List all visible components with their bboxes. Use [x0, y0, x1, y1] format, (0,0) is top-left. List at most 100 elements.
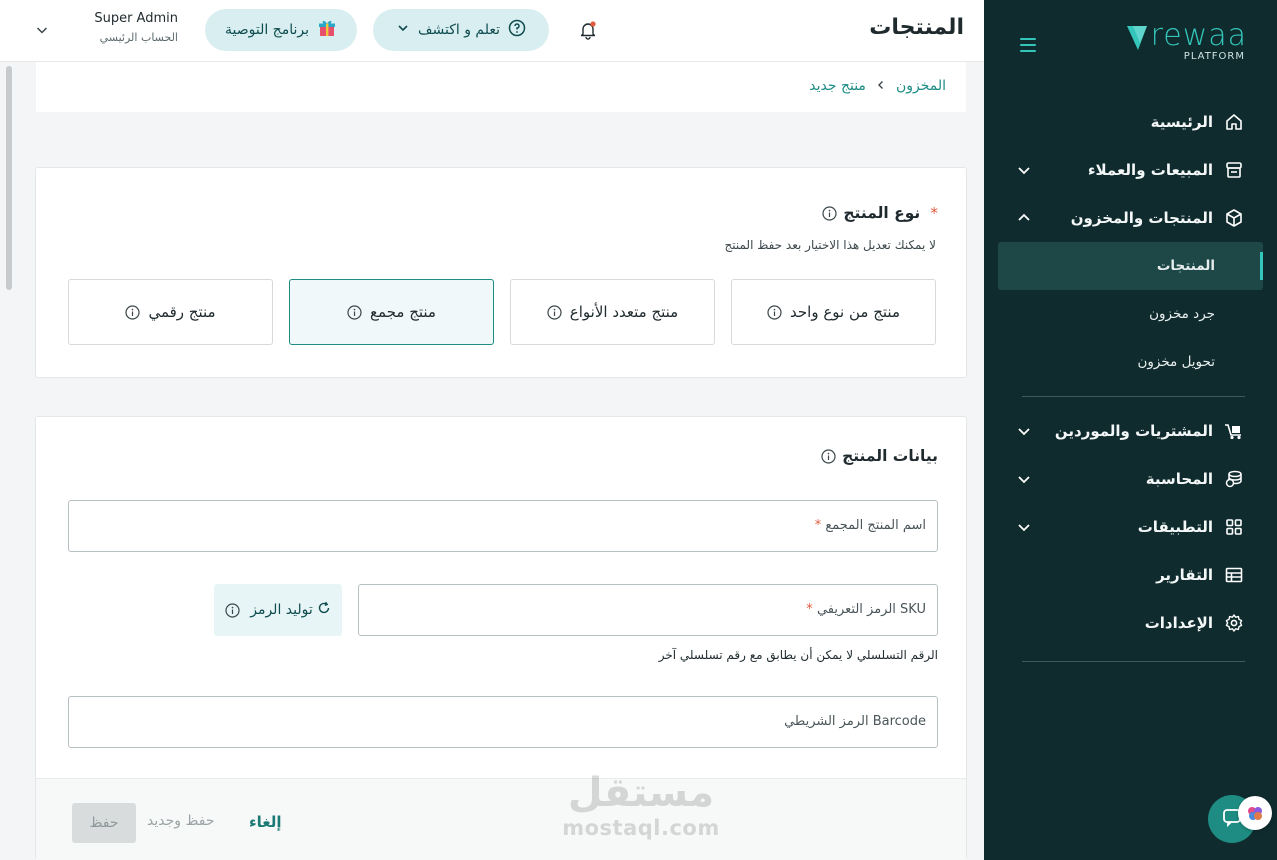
page-title: المنتجات: [869, 15, 964, 40]
chevron-down-icon: [1016, 471, 1032, 487]
sidebar-item-label: المنتجات والمخزون: [1070, 209, 1213, 227]
help-circle-icon: [508, 19, 526, 41]
info-icon[interactable]: [125, 304, 141, 320]
learn-discover-button[interactable]: تعلم و اكتشف: [373, 9, 549, 51]
sidebar-divider: [1022, 396, 1245, 397]
barcode-field[interactable]: الرمز الشريطي Barcode: [68, 696, 938, 748]
sidebar-item-products[interactable]: المنتجات والمخزون: [984, 194, 1277, 242]
watermark-arabic: مستقل: [567, 770, 715, 816]
breadcrumb-bar: المخزون منتج جديد: [36, 62, 966, 112]
sidebar-item-label: الإعدادات: [1144, 614, 1213, 632]
sku-placeholder: * الرمز التعريفي SKU: [804, 602, 926, 617]
logo-mark-icon: [1126, 26, 1147, 50]
sidebar-item-label: التطبيقات: [1137, 518, 1213, 536]
option-composite-product[interactable]: منتج مجمع: [289, 279, 494, 345]
product-name-placeholder: * اسم المنتج المجمع: [813, 518, 926, 533]
chevron-down-icon: [1016, 162, 1032, 178]
info-icon[interactable]: [821, 448, 836, 464]
referral-program-button[interactable]: برنامج التوصية: [205, 9, 357, 51]
menu-toggle-icon[interactable]: [1020, 38, 1036, 52]
logo-text: rewaa: [1150, 18, 1247, 53]
product-data-title-text: بيانات المنتج: [842, 447, 938, 465]
sidebar-item-settings[interactable]: الإعدادات: [984, 599, 1277, 647]
sidebar-divider: [1022, 661, 1245, 662]
generate-sku-button[interactable]: توليد الرمز: [214, 584, 342, 636]
info-icon[interactable]: [822, 205, 837, 221]
product-name-placeholder-text: اسم المنتج المجمع: [825, 518, 926, 533]
chevron-up-icon: [1016, 210, 1032, 226]
sidebar-item-home[interactable]: الرئيسية: [984, 98, 1277, 146]
watermark: مستقل mostaql.com: [561, 770, 721, 844]
sidebar-item-reports[interactable]: التقارير: [984, 551, 1277, 599]
user-name: Super Admin: [94, 11, 178, 26]
scrollbar[interactable]: [6, 66, 12, 290]
box-icon: [1223, 207, 1245, 229]
notification-bell-icon[interactable]: [578, 20, 598, 40]
watermark-latin: mostaql.com: [562, 816, 720, 840]
sidebar-subitem-products[interactable]: المنتجات: [998, 242, 1263, 290]
option-label: منتج من نوع واحد: [790, 303, 900, 321]
product-name-field[interactable]: * اسم المنتج المجمع: [68, 500, 938, 552]
sidebar-item-label: المحاسبة: [1145, 470, 1213, 488]
option-label: منتج متعدد الأنواع: [569, 303, 679, 321]
breadcrumb-current: منتج جديد: [809, 78, 866, 94]
product-type-title-text: نوع المنتج: [843, 204, 921, 222]
rewaa-logo: rewaa PLATFORM: [1125, 18, 1247, 62]
info-icon[interactable]: [347, 304, 362, 320]
grid-icon: [1223, 516, 1245, 538]
sidebar-item-sales[interactable]: المبيعات والعملاء: [984, 146, 1277, 194]
logo-wordmark: rewaa: [1125, 18, 1247, 53]
sidebar-subitem-stock-count[interactable]: جرد مخزون: [984, 290, 1277, 338]
coins-icon: [1223, 468, 1245, 490]
store-icon: [1223, 159, 1245, 181]
sidebar-item-purchases[interactable]: المشتريات والموردين: [984, 407, 1277, 455]
required-marker: *: [930, 204, 938, 222]
option-label: منتج رقمي: [148, 303, 216, 321]
product-type-title: * نوع المنتج: [822, 204, 938, 222]
user-menu-chevron-icon[interactable]: [34, 22, 50, 38]
sidebar-item-accounting[interactable]: المحاسبة: [984, 455, 1277, 503]
sku-field[interactable]: * الرمز التعريفي SKU: [358, 584, 938, 636]
form-footer: إلغاء حفظ وجديد حفظ: [36, 778, 966, 860]
product-data-title: بيانات المنتج: [821, 447, 938, 465]
sidebar-item-label: الرئيسية: [1150, 113, 1213, 131]
breadcrumb-root-link[interactable]: المخزون: [896, 78, 946, 94]
required-marker: *: [814, 518, 822, 533]
barcode-placeholder: الرمز الشريطي Barcode: [784, 714, 926, 729]
truck-icon: [1223, 420, 1245, 442]
chevron-down-icon: [396, 21, 410, 39]
user-role: الحساب الرئيسي: [99, 31, 178, 44]
chevron-down-icon: [1016, 519, 1032, 535]
sidebar: rewaa PLATFORM الرئيسية المبيعات والعملا…: [984, 0, 1277, 860]
required-marker: *: [806, 602, 813, 617]
user-account[interactable]: Super Admin الحساب الرئيسي: [60, 11, 178, 44]
sidebar-item-label: التقارير: [1156, 566, 1213, 584]
info-icon[interactable]: [547, 304, 562, 320]
save-and-new-button[interactable]: حفظ وجديد: [147, 813, 214, 829]
serial-hint: الرقم التسلسلي لا يمكن أن يطابق مع رقم ت…: [658, 648, 938, 662]
generate-sku-label: توليد الرمز: [250, 602, 313, 618]
cancel-button[interactable]: إلغاء: [249, 813, 282, 831]
sidebar-item-apps[interactable]: التطبيقات: [984, 503, 1277, 551]
table-icon: [1223, 564, 1245, 586]
info-icon[interactable]: [225, 602, 240, 618]
option-digital-product[interactable]: منتج رقمي: [68, 279, 273, 345]
product-type-card: * نوع المنتج لا يمكنك تعديل هذا الاختيار…: [35, 167, 967, 378]
product-type-hint: لا يمكنك تعديل هذا الاختيار بعد حفظ المن…: [724, 238, 936, 252]
learn-discover-label: تعلم و اكتشف: [417, 22, 501, 38]
option-single-product[interactable]: منتج من نوع واحد: [731, 279, 936, 345]
top-bar: المنتجات تعلم و اكتشف برنامج التوصية Sup…: [0, 0, 984, 62]
sidebar-item-label: المشتريات والموردين: [1054, 422, 1213, 440]
extension-brain-icon[interactable]: [1238, 796, 1272, 830]
main-content: المنتجات تعلم و اكتشف برنامج التوصية Sup…: [0, 0, 984, 860]
gear-icon: [1223, 612, 1245, 634]
sidebar-nav: الرئيسية المبيعات والعملاء المنتجات والم…: [984, 98, 1277, 672]
refresh-icon: [317, 601, 331, 619]
home-icon: [1223, 111, 1245, 133]
sidebar-subitem-stock-transfer[interactable]: تحويل مخزون: [984, 338, 1277, 386]
gift-icon: [317, 18, 337, 42]
info-icon[interactable]: [767, 304, 782, 320]
sku-placeholder-text: الرمز التعريفي SKU: [816, 602, 926, 617]
option-variant-product[interactable]: منتج متعدد الأنواع: [510, 279, 715, 345]
save-button[interactable]: حفظ: [72, 803, 136, 843]
